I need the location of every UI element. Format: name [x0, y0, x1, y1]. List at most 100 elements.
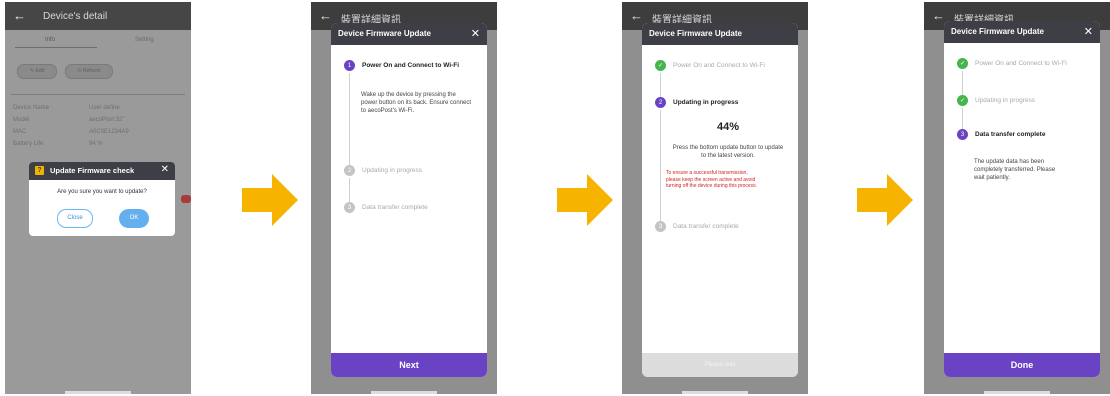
next-button[interactable]: Next: [331, 353, 487, 377]
dialog-close-button[interactable]: Close: [57, 209, 93, 228]
update-firmware-dialog: ? Update Firmware check ✕ Are you sure y…: [29, 162, 175, 236]
home-indicator: [371, 391, 437, 394]
firmware-update-modal: Device Firmware Update ✕ 1 Power On and …: [331, 23, 487, 377]
check-icon: ✓: [655, 60, 666, 71]
info-value-mac: A0C0E1234A9: [89, 129, 129, 135]
progress-percent: 44%: [716, 121, 740, 133]
step-2: 2 Updating in progress: [655, 97, 738, 108]
modal-title: Device Firmware Update: [951, 27, 1044, 36]
close-icon[interactable]: ✕: [161, 164, 169, 175]
step-label: Data transfer complete: [362, 204, 428, 211]
edit-button[interactable]: ✎ Edit: [17, 64, 57, 79]
status-indicator: [181, 195, 191, 203]
edit-label: Edit: [35, 68, 45, 74]
step-number-icon: 3: [957, 129, 968, 140]
step-label: Power On and Connect to Wi-Fi: [673, 62, 765, 69]
step-description: The update data has been completely tran…: [974, 159, 1056, 181]
modal-title: Device Firmware Update: [338, 29, 431, 38]
info-label-battery: Battery Life: [13, 141, 44, 147]
step-1: 1 Power On and Connect to Wi-Fi: [344, 60, 459, 71]
next-label: Next: [399, 360, 419, 370]
firmware-update-modal: Device Firmware Update ✕ ✓ Power On and …: [944, 21, 1100, 377]
step-connector: [349, 178, 350, 202]
modal-header: Device Firmware Update ✕: [944, 21, 1100, 43]
dialog-message: Are you sure you want to update?: [57, 189, 147, 195]
step-label: Power On and Connect to Wi-Fi: [362, 62, 460, 69]
back-arrow-icon[interactable]: ←: [630, 8, 643, 23]
step-connector: [660, 73, 661, 97]
step-number-icon: 2: [344, 165, 355, 176]
warning-text: To ensure a successful transmission, ple…: [666, 170, 758, 189]
home-indicator: [984, 391, 1050, 394]
step-connector: [660, 110, 661, 222]
step-connector: [962, 71, 963, 95]
arrow-right-icon: [857, 174, 913, 226]
check-icon: ✓: [957, 58, 968, 69]
step-number-icon: 3: [655, 221, 666, 232]
step-label: Updating in progress: [362, 167, 422, 174]
home-indicator: [65, 391, 131, 394]
home-indicator: [682, 391, 748, 394]
dialog-ok-label: OK: [129, 215, 139, 221]
tab-info[interactable]: Info: [45, 37, 55, 43]
tab-setting[interactable]: Setting: [135, 37, 154, 43]
please-wait-label: Please wait: [704, 362, 736, 368]
screen-device-detail: ← Device's detail Info Setting ✎ Edit ↻ …: [5, 2, 191, 394]
done-button[interactable]: Done: [944, 353, 1100, 377]
dialog-ok-button[interactable]: OK: [119, 209, 149, 228]
step-1: ✓ Power On and Connect to Wi-Fi: [957, 58, 1067, 69]
tab-setting-label: Setting: [135, 37, 154, 43]
tab-info-label: Info: [45, 37, 56, 43]
arrow-shape: [557, 174, 613, 226]
arrow-right-icon: [242, 174, 298, 226]
info-value-name: User define: [89, 105, 120, 111]
done-label: Done: [1010, 360, 1034, 370]
step-3: 3 Data transfer complete: [344, 202, 428, 213]
check-icon: ✓: [957, 95, 968, 106]
step-label: Power On and Connect to Wi-Fi: [975, 60, 1067, 67]
info-value-battery: 94 %: [89, 141, 103, 147]
info-label-model: Model: [13, 117, 30, 123]
step-description: Press the bottom update button to update…: [672, 145, 784, 159]
step-number-icon: 3: [344, 202, 355, 213]
refresh-label: Refresh: [83, 68, 101, 74]
screen-firmware-step1: ← 裝置詳細資訊 Device Firmware Update ✕ 1 Powe…: [311, 2, 497, 394]
modal-header: Device Firmware Update: [642, 23, 798, 45]
step-3: 3 Data transfer complete: [655, 221, 739, 232]
please-wait-button[interactable]: Please wait: [642, 353, 798, 377]
refresh-button[interactable]: ↻ Refresh: [65, 64, 113, 79]
step-label: Updating in progress: [975, 97, 1035, 104]
dialog-title: Update Firmware check: [50, 166, 135, 175]
dialog-close-label: Close: [67, 215, 83, 221]
arrow-right-icon: [557, 174, 613, 226]
step-1: ✓ Power On and Connect to Wi-Fi: [655, 60, 765, 71]
step-number-icon: 1: [344, 60, 355, 71]
page-title: Device's detail: [43, 11, 108, 22]
step-label: Updating in progress: [673, 99, 739, 106]
step-2: 2 Updating in progress: [344, 165, 422, 176]
divider: [11, 94, 185, 95]
info-label-name: Device Name: [13, 105, 50, 111]
arrow-shape: [242, 174, 298, 226]
step-2: ✓ Updating in progress: [957, 95, 1035, 106]
screen-firmware-step2: ← 裝置詳細資訊 Device Firmware Update ✓ Power …: [622, 2, 808, 394]
step-connector: [349, 73, 350, 165]
screen-firmware-step3: ← 裝置詳細資訊 Device Firmware Update ✕ ✓ Powe…: [924, 2, 1110, 394]
dialog-header: ? Update Firmware check ✕: [29, 162, 175, 180]
step-connector: [962, 108, 963, 129]
close-icon[interactable]: ✕: [471, 23, 480, 45]
modal-title: Device Firmware Update: [649, 29, 742, 38]
firmware-update-modal: Device Firmware Update ✓ Power On and Co…: [642, 23, 798, 377]
back-arrow-icon[interactable]: ←: [13, 8, 26, 23]
warning-icon: ?: [35, 166, 44, 175]
info-label-mac: MAC: [13, 129, 27, 135]
info-value-model: aecoPost 32": [89, 117, 125, 123]
step-3: 3 Data transfer complete: [957, 129, 1045, 140]
step-description: Wake up the device by pressing the power…: [361, 92, 472, 114]
arrow-shape: [857, 174, 913, 226]
close-icon[interactable]: ✕: [1084, 21, 1093, 43]
back-arrow-icon[interactable]: ←: [319, 8, 332, 23]
step-label: Data transfer complete: [673, 223, 739, 230]
modal-header: Device Firmware Update ✕: [331, 23, 487, 45]
tab-info-underline: [15, 47, 97, 48]
